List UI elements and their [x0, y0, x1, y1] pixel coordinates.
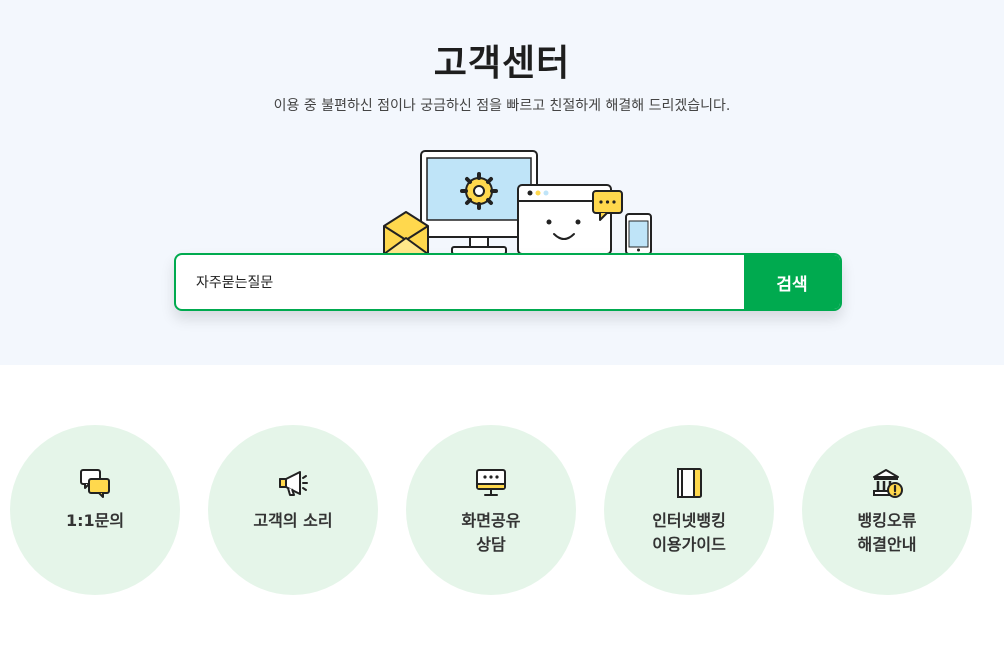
- service-label: 인터넷뱅킹 이용가이드: [652, 511, 726, 554]
- page-subtitle: 이용 중 불편하신 점이나 궁금하신 점을 빠르고 친절하게 해결해 드리겠습니…: [273, 98, 731, 114]
- megaphone-icon: [279, 471, 308, 496]
- service-label: 1:1문의: [65, 511, 125, 530]
- search-button[interactable]: 검색: [744, 255, 840, 309]
- chat-bubbles-icon: [80, 469, 110, 498]
- service-one-on-one-inquiry[interactable]: 1:1문의: [10, 425, 180, 595]
- service-label: 화면공유 상담: [461, 511, 521, 554]
- hero-section: 고객센터 이용 중 불편하신 점이나 궁금하신 점을 빠르고 친절하게 해결해 …: [0, 0, 1004, 365]
- service-label: 뱅킹오류 해결안내: [857, 511, 917, 554]
- service-internet-banking-guide[interactable]: 인터넷뱅킹 이용가이드: [604, 425, 774, 595]
- guide-book-icon: [677, 468, 702, 498]
- service-banking-error-guide[interactable]: 뱅킹오류 해결안내: [802, 425, 972, 595]
- page-title: 고객센터: [433, 43, 571, 84]
- gear-icon: [460, 172, 498, 210]
- service-voice-of-customer[interactable]: 고객의 소리: [208, 425, 378, 595]
- service-label: 고객의 소리: [253, 511, 333, 530]
- service-menu: 1:1문의 고객의 소리 화면공유 상담 인터넷뱅킹 이용가이드 뱅킹오류 해결…: [0, 425, 1004, 595]
- search-input[interactable]: [176, 255, 746, 309]
- service-screen-share-consultation[interactable]: 화면공유 상담: [406, 425, 576, 595]
- search-box: 검색: [174, 253, 842, 311]
- bank-alert-icon: [873, 469, 903, 498]
- monitor-share-icon: [476, 469, 506, 496]
- support-illustration: [383, 150, 652, 254]
- phone-illustration: [625, 213, 652, 254]
